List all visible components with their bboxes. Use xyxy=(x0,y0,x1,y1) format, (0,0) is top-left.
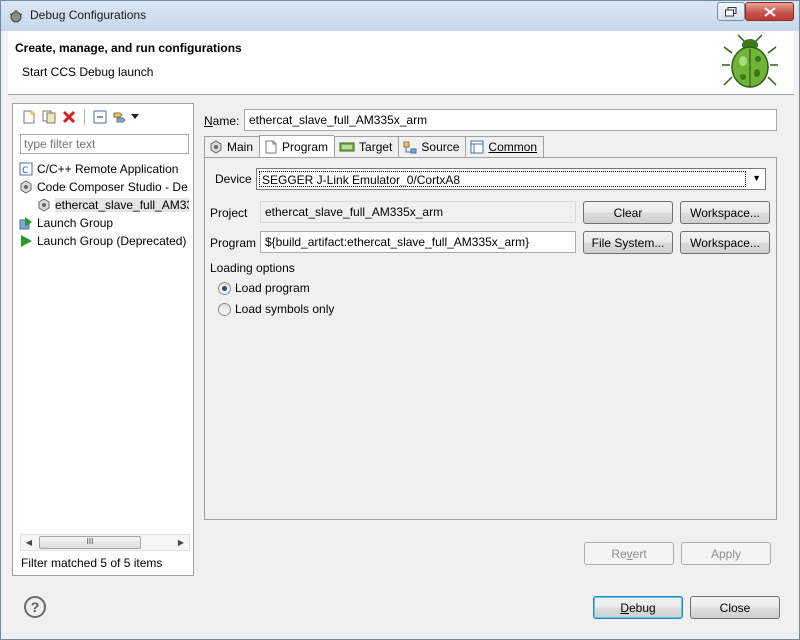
tab-common[interactable]: Common xyxy=(465,136,545,157)
apply-button[interactable]: Apply xyxy=(681,542,771,565)
tab-label: Source xyxy=(421,140,460,154)
bug-icon xyxy=(9,10,23,23)
header-subtitle: Start CCS Debug launch xyxy=(22,65,154,79)
debug-bug-logo-icon xyxy=(722,34,778,88)
revert-button[interactable]: Re v ert xyxy=(584,542,674,565)
clear-button[interactable]: Clear xyxy=(583,201,673,224)
tab-target[interactable]: Target xyxy=(334,136,399,157)
tab-label: Main xyxy=(227,140,254,154)
debug-configurations-dialog: Debug Configurations Create, manage, and… xyxy=(0,0,800,640)
filter-icon xyxy=(113,112,126,123)
tab-program[interactable]: Program xyxy=(259,135,335,157)
ccs-config-icon xyxy=(37,198,51,212)
program-field[interactable]: ${build_artifact:ethercat_slave_full_AM3… xyxy=(260,231,576,253)
tree-item-code-composer-studio[interactable]: Code Composer Studio - De xyxy=(19,178,189,196)
ccs-icon xyxy=(19,180,33,194)
filter-input[interactable] xyxy=(20,134,189,154)
filter-configurations-button[interactable] xyxy=(111,108,141,126)
config-toolbar xyxy=(20,108,141,126)
program-workspace-button[interactable]: Workspace... xyxy=(680,231,770,254)
launch-group-deprecated-icon xyxy=(19,234,33,248)
loading-options-label: Loading options xyxy=(210,261,295,275)
tree-item-label: Launch Group (Deprecated) xyxy=(37,234,187,248)
svg-text:C: C xyxy=(22,166,28,176)
program-tab-icon xyxy=(265,140,277,153)
load-program-radio[interactable]: Load program xyxy=(218,281,310,295)
tree-item-label: ethercat_slave_full_AM33 xyxy=(55,198,189,212)
scroll-left-icon[interactable]: ◀ xyxy=(21,535,37,550)
c-remote-icon: C xyxy=(19,162,33,176)
tree-item-ethercat-slave-config[interactable]: ethercat_slave_full_AM33 xyxy=(19,196,189,214)
tab-source[interactable]: Source xyxy=(398,136,466,157)
name-label: Name: xyxy=(204,114,240,128)
load-symbols-radio[interactable]: Load symbols only xyxy=(218,302,334,316)
launch-group-icon xyxy=(19,216,33,230)
collapse-all-icon xyxy=(93,110,107,124)
title-bar[interactable]: Debug Configurations xyxy=(1,1,799,31)
name-input[interactable]: ethercat_slave_full_AM335x_arm xyxy=(244,109,777,131)
close-button[interactable]: Close xyxy=(690,596,780,619)
scroll-thumb[interactable]: III xyxy=(39,536,141,549)
help-icon[interactable]: ? xyxy=(24,596,46,618)
tab-label: Target xyxy=(359,140,393,154)
restore-icon xyxy=(725,6,737,16)
toolbar-separator xyxy=(84,109,85,125)
tree-item-label: Launch Group xyxy=(37,216,114,230)
source-tab-icon xyxy=(403,141,417,154)
configuration-list-panel: C C/C++ Remote Application Code Composer… xyxy=(12,103,194,576)
project-field: ethercat_slave_full_AM335x_arm xyxy=(260,201,576,223)
config-tabs: Main Program Target Source Common xyxy=(204,135,545,157)
device-label: Device xyxy=(215,172,252,186)
duplicate-configuration-button[interactable] xyxy=(40,108,58,126)
restore-button[interactable] xyxy=(717,2,745,21)
device-value: SEGGER J-Link Emulator_0/CortxA8 xyxy=(259,171,746,187)
device-dropdown[interactable]: SEGGER J-Link Emulator_0/CortxA8 ▼ xyxy=(256,168,766,190)
project-label: Project xyxy=(210,206,248,220)
tree-item-launch-group-deprecated[interactable]: Launch Group (Deprecated) xyxy=(19,232,189,250)
duplicate-icon xyxy=(42,110,56,124)
tab-label: Common xyxy=(488,140,538,154)
scroll-right-icon[interactable]: ▶ xyxy=(173,535,189,550)
chevron-down-icon: ▼ xyxy=(752,173,761,183)
filter-status: Filter matched 5 of 5 items xyxy=(21,556,163,570)
tree-item-label: C/C++ Remote Application xyxy=(37,162,179,176)
tab-label: Program xyxy=(282,139,329,154)
window-title: Debug Configurations xyxy=(30,8,147,22)
delete-icon xyxy=(62,110,76,124)
collapse-all-button[interactable] xyxy=(91,108,109,126)
header-title: Create, manage, and run configurations xyxy=(15,41,242,55)
delete-configuration-button[interactable] xyxy=(60,108,78,126)
radio-label: Load symbols only xyxy=(235,302,335,316)
radio-selected-icon xyxy=(218,281,231,295)
horizontal-scrollbar[interactable]: ◀ III ▶ xyxy=(20,534,190,551)
new-config-icon xyxy=(23,110,35,124)
project-workspace-button[interactable]: Workspace... xyxy=(680,201,770,224)
program-label: Program xyxy=(210,236,257,250)
radio-label: Load program xyxy=(235,281,310,295)
tab-main[interactable]: Main xyxy=(204,136,260,157)
close-window-button[interactable] xyxy=(745,2,794,21)
configuration-tree: C C/C++ Remote Application Code Composer… xyxy=(19,160,189,530)
chevron-down-icon xyxy=(131,114,139,119)
file-system-button[interactable]: File System... xyxy=(583,231,673,254)
main-tab-icon xyxy=(210,140,222,154)
close-icon xyxy=(763,6,776,17)
dialog-header: Create, manage, and run configurations S… xyxy=(8,31,794,95)
debug-button[interactable]: Debug xyxy=(593,596,683,619)
radio-unselected-icon xyxy=(218,302,231,316)
tree-item-c-remote-application[interactable]: C C/C++ Remote Application xyxy=(19,160,189,178)
new-configuration-button[interactable] xyxy=(20,108,38,126)
tree-item-launch-group[interactable]: Launch Group xyxy=(19,214,189,232)
tree-item-label: Code Composer Studio - De xyxy=(37,180,188,194)
common-tab-icon xyxy=(470,140,484,154)
target-tab-icon xyxy=(339,142,355,152)
